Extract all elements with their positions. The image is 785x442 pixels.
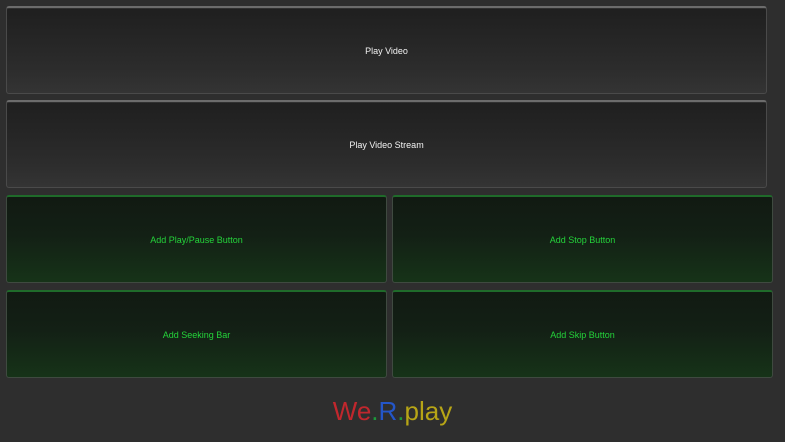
- add-skip-button[interactable]: Add Skip Button: [392, 290, 773, 378]
- add-stop-button[interactable]: Add Stop Button: [392, 195, 773, 283]
- play-video-button[interactable]: Play Video: [6, 6, 767, 94]
- play-video-stream-label: Play Video Stream: [349, 139, 424, 150]
- logo-dot-1: .: [371, 396, 379, 426]
- add-play-pause-label: Add Play/Pause Button: [150, 234, 243, 245]
- app-screen: Play Video Play Video Stream Add Play/Pa…: [0, 0, 785, 442]
- add-skip-label: Add Skip Button: [550, 329, 615, 340]
- add-seeking-bar-label: Add Seeking Bar: [162, 329, 231, 340]
- add-stop-label: Add Stop Button: [549, 234, 616, 245]
- add-seeking-bar-button[interactable]: Add Seeking Bar: [6, 290, 387, 378]
- werplay-logo: We.R.play: [0, 396, 785, 427]
- logo-part-we: We: [332, 396, 372, 426]
- play-video-label: Play Video: [365, 45, 408, 56]
- logo-part-play: play: [404, 396, 453, 426]
- add-play-pause-button[interactable]: Add Play/Pause Button: [6, 195, 387, 283]
- logo-dot-2: .: [397, 396, 405, 426]
- play-video-stream-button[interactable]: Play Video Stream: [6, 100, 767, 188]
- logo-part-r: R: [378, 396, 398, 426]
